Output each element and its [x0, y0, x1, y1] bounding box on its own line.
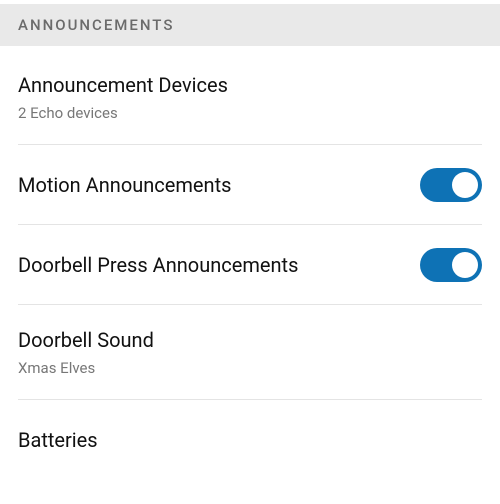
row-title: Doorbell Sound: [18, 327, 482, 353]
row-subtitle: Xmas Elves: [18, 359, 482, 377]
row-text: Doorbell Press Announcements: [18, 252, 408, 278]
section-header-announcements: ANNOUNCEMENTS: [0, 4, 500, 46]
toggle-knob-icon: [452, 252, 478, 278]
row-text: Announcement Devices 2 Echo devices: [18, 72, 482, 122]
row-text: Doorbell Sound Xmas Elves: [18, 327, 482, 377]
row-doorbell-sound[interactable]: Doorbell Sound Xmas Elves: [18, 305, 482, 400]
row-batteries[interactable]: Batteries: [18, 400, 482, 480]
toggle-doorbell-press-announcements[interactable]: [420, 248, 482, 282]
settings-list: Announcement Devices 2 Echo devices Moti…: [0, 46, 500, 480]
row-subtitle: 2 Echo devices: [18, 104, 482, 122]
row-doorbell-press-announcements[interactable]: Doorbell Press Announcements: [18, 225, 482, 305]
row-title: Announcement Devices: [18, 72, 482, 98]
row-title: Doorbell Press Announcements: [18, 252, 408, 278]
toggle-motion-announcements[interactable]: [420, 168, 482, 202]
row-title: Batteries: [18, 427, 482, 453]
row-motion-announcements[interactable]: Motion Announcements: [18, 145, 482, 225]
row-text: Batteries: [18, 427, 482, 453]
row-title: Motion Announcements: [18, 172, 408, 198]
toggle-knob-icon: [452, 172, 478, 198]
row-announcement-devices[interactable]: Announcement Devices 2 Echo devices: [18, 46, 482, 145]
row-text: Motion Announcements: [18, 172, 408, 198]
